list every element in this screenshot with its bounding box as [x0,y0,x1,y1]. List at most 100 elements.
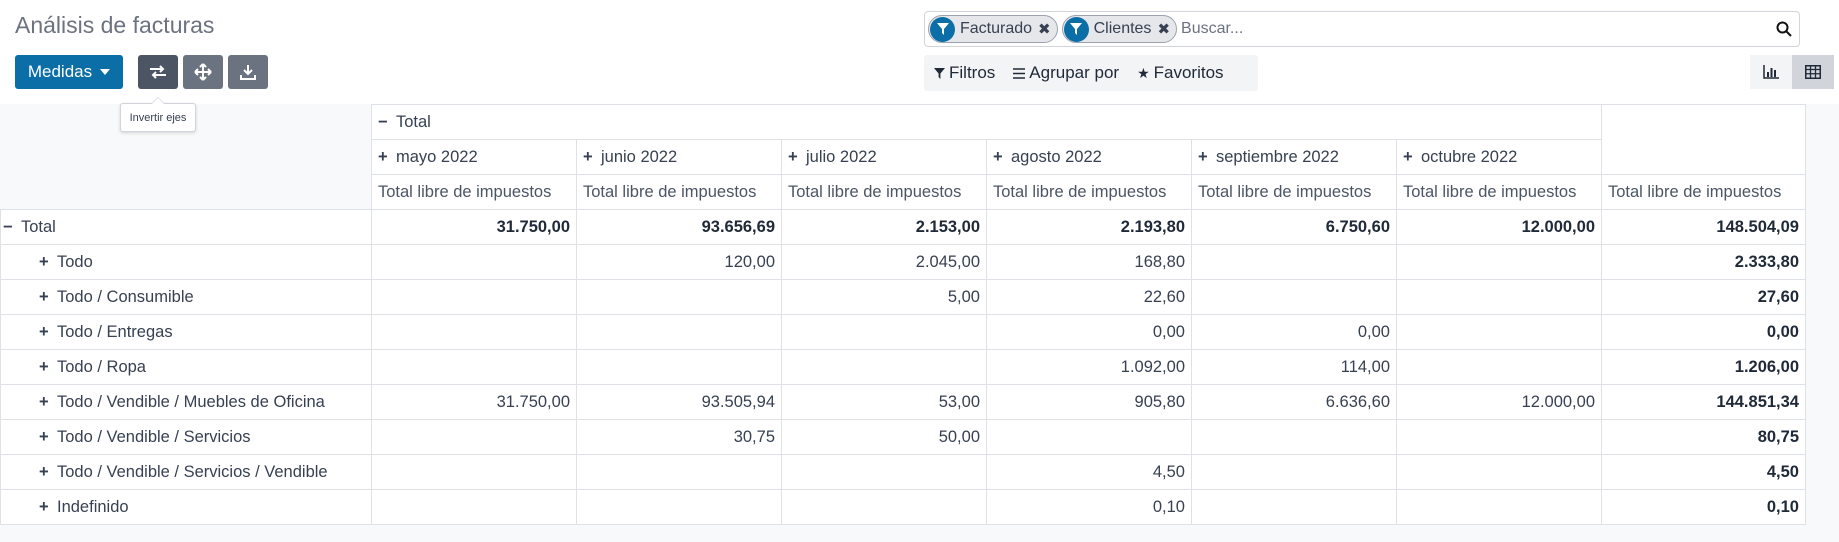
pivot-cell[interactable] [1191,419,1397,455]
measure-header[interactable]: Total libre de impuestos [371,174,577,210]
pivot-cell[interactable]: 22,60 [986,279,1192,315]
measures-dropdown-button[interactable]: Medidas [15,55,123,89]
search-facet-invoiced[interactable]: Facturado ✖ [928,15,1058,43]
pivot-cell[interactable] [371,279,577,315]
group-by-button[interactable]: Agrupar por [1013,63,1119,83]
pivot-cell[interactable] [576,279,782,315]
pivot-cell[interactable]: 53,00 [781,384,987,420]
pivot-cell[interactable] [1191,279,1397,315]
pivot-cell[interactable] [576,314,782,350]
pivot-cell[interactable] [371,454,577,490]
pivot-cell-total[interactable]: 31.750,00 [371,209,577,245]
pivot-cell-row-total[interactable]: 4,50 [1601,454,1806,490]
pivot-cell[interactable]: 120,00 [576,244,782,280]
pivot-cell[interactable]: 50,00 [781,419,987,455]
row-header[interactable]: + Todo [0,244,372,280]
row-header[interactable]: + Todo / Entregas [0,314,372,350]
pivot-cell[interactable]: 0,10 [986,489,1192,525]
pivot-cell[interactable] [576,489,782,525]
pivot-cell[interactable] [1396,419,1602,455]
pivot-cell[interactable]: 168,80 [986,244,1192,280]
pivot-cell[interactable] [781,489,987,525]
pivot-cell-total[interactable]: 2.193,80 [986,209,1192,245]
pivot-cell-row-total[interactable]: 0,10 [1601,489,1806,525]
pivot-cell[interactable] [1396,454,1602,490]
pivot-cell[interactable] [781,349,987,385]
search-facet-customers[interactable]: Clientes ✖ [1061,15,1178,43]
expand-all-button[interactable] [183,55,223,89]
pivot-cell[interactable] [1191,454,1397,490]
pivot-cell-total[interactable]: 12.000,00 [1396,209,1602,245]
pivot-cell[interactable] [781,454,987,490]
pivot-cell[interactable]: 6.636,60 [1191,384,1397,420]
remove-facet-icon[interactable]: ✖ [1038,20,1051,38]
pivot-cell[interactable]: 12.000,00 [1396,384,1602,420]
col-header-month[interactable]: + octubre 2022 [1396,139,1602,175]
col-header-month[interactable]: + julio 2022 [781,139,987,175]
row-header[interactable]: + Todo / Vendible / Servicios / Vendible [0,454,372,490]
pivot-cell[interactable] [1191,489,1397,525]
pivot-cell-row-total[interactable]: 80,75 [1601,419,1806,455]
pivot-cell[interactable] [371,244,577,280]
pivot-cell[interactable] [371,349,577,385]
measure-header[interactable]: Total libre de impuestos [576,174,782,210]
pivot-cell-total[interactable]: 93.656,69 [576,209,782,245]
col-header-month[interactable]: + septiembre 2022 [1191,139,1397,175]
row-header[interactable]: + Todo / Vendible / Servicios [0,419,372,455]
pivot-cell[interactable] [1191,244,1397,280]
pivot-cell[interactable] [1396,244,1602,280]
measure-header[interactable]: Total libre de impuestos [1396,174,1602,210]
pivot-cell[interactable] [371,314,577,350]
pivot-cell[interactable] [371,419,577,455]
filters-button[interactable]: Filtros [934,63,995,83]
pivot-cell[interactable]: 5,00 [781,279,987,315]
measure-header[interactable]: Total libre de impuestos [1601,174,1806,210]
col-header-month[interactable]: + junio 2022 [576,139,782,175]
row-header[interactable]: + Todo / Consumible [0,279,372,315]
search-icon[interactable] [1769,14,1799,44]
pivot-cell[interactable]: 30,75 [576,419,782,455]
pivot-cell-row-total[interactable]: 144.851,34 [1601,384,1806,420]
measure-header[interactable]: Total libre de impuestos [1191,174,1397,210]
pivot-view-button[interactable] [1792,55,1834,89]
pivot-cell[interactable]: 1.092,00 [986,349,1192,385]
row-header-total[interactable]: − Total [0,209,372,245]
pivot-cell[interactable] [576,454,782,490]
pivot-cell[interactable] [1396,314,1602,350]
pivot-cell[interactable]: 31.750,00 [371,384,577,420]
pivot-cell[interactable]: 114,00 [1191,349,1397,385]
download-button[interactable] [228,55,268,89]
favorites-button[interactable]: ★ Favoritos [1137,63,1223,83]
graph-view-button[interactable] [1750,55,1792,89]
pivot-cell[interactable] [1396,349,1602,385]
pivot-cell-total[interactable]: 6.750,60 [1191,209,1397,245]
pivot-cell[interactable] [1396,489,1602,525]
search-input[interactable] [1181,20,1765,38]
row-header[interactable]: + Todo / Vendible / Muebles de Oficina [0,384,372,420]
col-header-month[interactable]: + mayo 2022 [371,139,577,175]
pivot-cell-total[interactable]: 2.153,00 [781,209,987,245]
pivot-cell[interactable]: 0,00 [986,314,1192,350]
pivot-cell-row-total[interactable]: 27,60 [1601,279,1806,315]
pivot-cell-row-total[interactable]: 1.206,00 [1601,349,1806,385]
pivot-cell[interactable] [371,489,577,525]
pivot-cell[interactable] [781,314,987,350]
pivot-cell-row-total[interactable]: 0,00 [1601,314,1806,350]
row-header[interactable]: + Indefinido [0,489,372,525]
pivot-cell[interactable] [576,349,782,385]
pivot-cell[interactable]: 2.045,00 [781,244,987,280]
pivot-cell[interactable]: 0,00 [1191,314,1397,350]
pivot-cell[interactable]: 905,80 [986,384,1192,420]
pivot-cell-total[interactable]: 148.504,09 [1601,209,1806,245]
pivot-cell[interactable]: 4,50 [986,454,1192,490]
pivot-cell[interactable] [1396,279,1602,315]
measure-header[interactable]: Total libre de impuestos [781,174,987,210]
pivot-cell[interactable] [986,419,1192,455]
pivot-cell-row-total[interactable]: 2.333,80 [1601,244,1806,280]
row-header[interactable]: + Todo / Ropa [0,349,372,385]
col-header-month[interactable]: + agosto 2022 [986,139,1192,175]
remove-facet-icon[interactable]: ✖ [1157,20,1170,38]
col-header-total[interactable]: − Total [371,104,1602,140]
measure-header[interactable]: Total libre de impuestos [986,174,1192,210]
flip-axis-button[interactable] [138,55,178,89]
